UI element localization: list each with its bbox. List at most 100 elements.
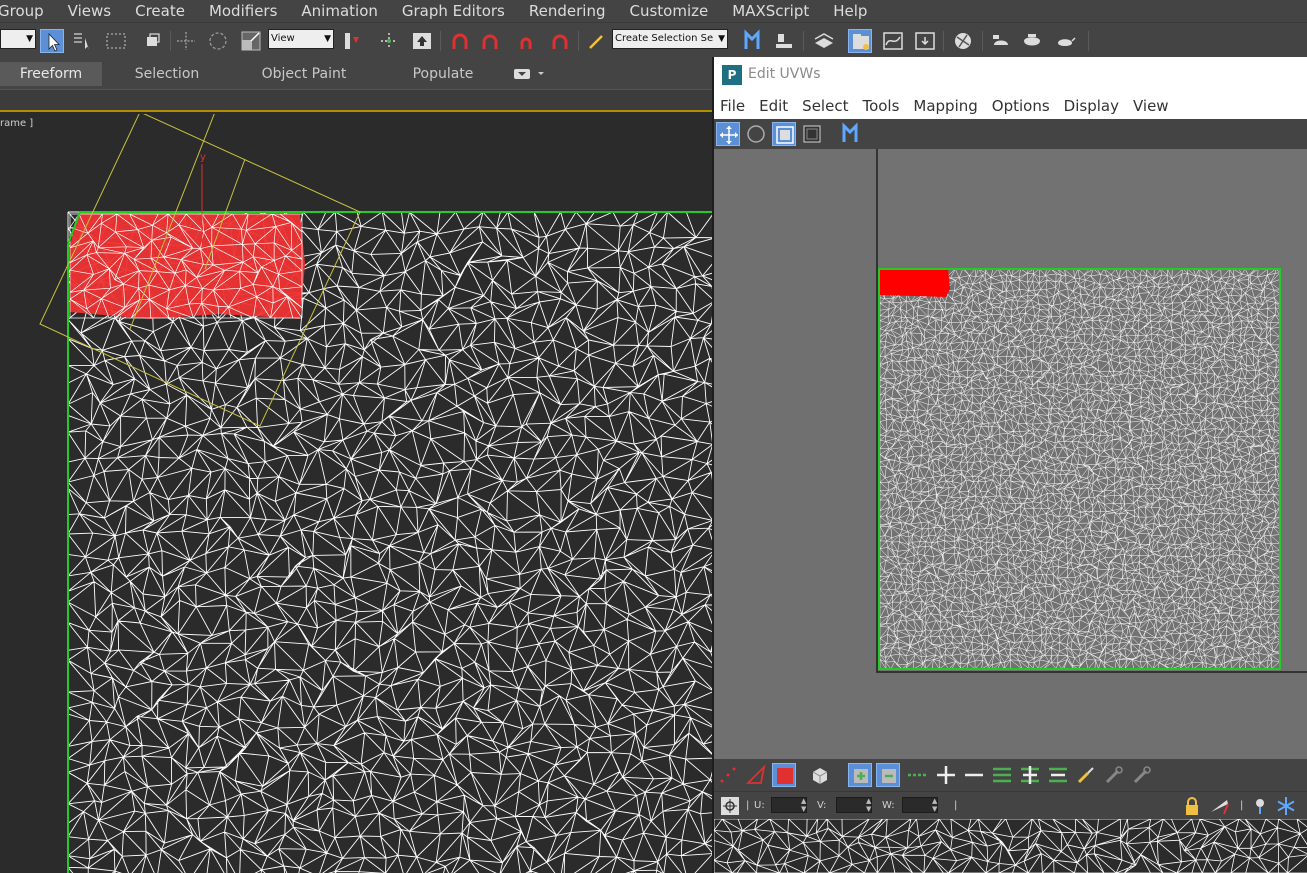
angle-snap-icon[interactable]	[478, 29, 502, 53]
window-crossing-icon[interactable]	[141, 29, 165, 53]
toolbar-separator	[943, 31, 944, 51]
move-uv-icon[interactable]	[716, 122, 740, 146]
lock-icon[interactable]	[1180, 794, 1204, 818]
select-region-icon[interactable]	[104, 29, 128, 53]
menu-maxscript[interactable]: MAXScript	[720, 2, 821, 20]
reference-coordinate-dropdown[interactable]: View ▼	[268, 29, 334, 49]
paint-grow-icon[interactable]	[1102, 763, 1126, 787]
grow-icon[interactable]	[848, 763, 872, 787]
u-spinner[interactable]: ▲ ▼	[801, 797, 809, 813]
scale-icon[interactable]	[239, 29, 263, 53]
show-icon[interactable]	[1248, 794, 1272, 818]
absolute-offset-icon[interactable]	[718, 794, 742, 818]
ring-grow-icon[interactable]	[1018, 763, 1042, 787]
app-logo: P	[722, 65, 742, 85]
ribbon: Freeform Selection Object Paint Populate	[0, 58, 712, 90]
toolbar-separator	[440, 31, 441, 51]
loop-shrink-icon[interactable]	[962, 763, 986, 787]
v-spinner[interactable]: ▲ ▼	[866, 797, 874, 813]
percent-snap-icon[interactable]	[514, 29, 538, 53]
uvw-menu-edit[interactable]: Edit	[752, 97, 795, 115]
pivot-center-icon[interactable]	[340, 29, 364, 53]
move-icon[interactable]	[174, 29, 198, 53]
u-label: U:	[754, 800, 765, 811]
uvw-menu-tools[interactable]: Tools	[855, 97, 906, 115]
menu-create[interactable]: Create	[123, 2, 197, 20]
spinner-snap-icon[interactable]	[548, 29, 572, 53]
tab-selection[interactable]: Selection	[118, 62, 216, 86]
keyboard-shortcut-icon[interactable]	[410, 29, 434, 53]
select-manipulate-icon[interactable]	[377, 29, 401, 53]
face-mode-icon[interactable]	[772, 763, 796, 787]
uv-texture-area[interactable]	[876, 149, 1307, 673]
mirror-icon[interactable]	[742, 29, 766, 53]
perspective-viewport[interactable]: rame ] y	[0, 114, 712, 873]
element-icon[interactable]	[808, 763, 832, 787]
freeform-icon[interactable]	[800, 122, 824, 146]
uv-coordinates-bar: | U: ▲ ▼ V: ▲ ▼ W: ▲ ▼ | |	[714, 791, 1307, 819]
ring-icon[interactable]	[990, 763, 1014, 787]
menu-rendering[interactable]: Rendering	[517, 2, 618, 20]
reference-coordinate-value: View	[271, 33, 295, 44]
uv-lower-panel	[714, 819, 1307, 873]
hide-icon[interactable]	[1208, 794, 1232, 818]
select-by-name-icon[interactable]	[70, 29, 94, 53]
viewport-label[interactable]: rame ]	[0, 118, 33, 129]
ring-shrink-icon[interactable]	[1046, 763, 1070, 787]
teapot-icon[interactable]	[1053, 29, 1077, 53]
edit-uvws-titlebar[interactable]: P Edit UVWs	[714, 57, 1307, 93]
tab-freeform[interactable]: Freeform	[0, 62, 102, 86]
menu-modifiers[interactable]: Modifiers	[197, 2, 289, 20]
edit-named-selection-icon[interactable]	[585, 29, 609, 53]
uv-border	[878, 268, 1281, 670]
menu-animation[interactable]: Animation	[289, 2, 389, 20]
selection-filter-dropdown[interactable]: ▼	[0, 29, 36, 49]
tab-object-paint[interactable]: Object Paint	[250, 62, 358, 86]
ribbon-panel-strip	[0, 90, 712, 112]
tab-populate[interactable]: Populate	[398, 62, 488, 86]
uvw-menu-view[interactable]: View	[1126, 97, 1176, 115]
menu-views[interactable]: Views	[56, 2, 123, 20]
menu-customize[interactable]: Customize	[618, 2, 721, 20]
rotate-uv-icon[interactable]	[744, 122, 768, 146]
loop-grow-icon[interactable]	[934, 763, 958, 787]
uvw-menu-options[interactable]: Options	[985, 97, 1057, 115]
snap-toggle-icon[interactable]	[448, 29, 472, 53]
uv-selection-toolbar	[714, 759, 1307, 791]
mirror-uv-icon[interactable]	[840, 122, 864, 146]
render-setup-icon[interactable]	[989, 29, 1013, 53]
curve-editor-icon[interactable]	[881, 29, 905, 53]
menu-group[interactable]: Group	[0, 2, 56, 20]
app-window: Group Views Create Modifiers Animation G…	[0, 0, 1307, 873]
rotate-icon[interactable]	[206, 29, 230, 53]
material-editor-icon[interactable]	[951, 29, 975, 53]
schematic-view-icon[interactable]	[913, 29, 937, 53]
named-selection-set-text: Create Selection Se	[615, 33, 714, 44]
layer-icon[interactable]	[812, 29, 836, 53]
paint-select-icon[interactable]	[1074, 763, 1098, 787]
uvw-menu-file[interactable]: File	[714, 97, 752, 115]
menu-help[interactable]: Help	[821, 2, 879, 20]
edge-mode-icon[interactable]	[744, 763, 768, 787]
select-object-icon[interactable]	[40, 29, 64, 53]
vertex-mode-icon[interactable]	[716, 763, 740, 787]
main-toolbar: ▼ View ▼ Create Selection Se ▼	[0, 22, 1307, 58]
toolbar-separator	[170, 31, 171, 51]
uv-editor-canvas[interactable]	[714, 149, 1307, 759]
named-selection-set-dropdown[interactable]: Create Selection Se ▼	[612, 29, 728, 49]
shrink-icon[interactable]	[876, 763, 900, 787]
align-icon[interactable]	[772, 29, 796, 53]
loop-icon[interactable]	[906, 763, 930, 787]
uvw-menu-mapping[interactable]: Mapping	[906, 97, 984, 115]
scale-uv-icon[interactable]	[772, 122, 796, 146]
scene-explorer-icon[interactable]	[848, 29, 872, 53]
ribbon-options-icon[interactable]	[512, 64, 548, 84]
w-spinner[interactable]: ▲ ▼	[932, 797, 940, 813]
render-icon[interactable]	[1020, 29, 1044, 53]
paint-shrink-icon[interactable]	[1130, 763, 1154, 787]
uvw-menu-display[interactable]: Display	[1057, 97, 1126, 115]
coord-divider: |	[746, 800, 750, 811]
uvw-menu-select[interactable]: Select	[795, 97, 855, 115]
menu-graph-editors[interactable]: Graph Editors	[390, 2, 517, 20]
freeze-icon[interactable]	[1274, 794, 1298, 818]
